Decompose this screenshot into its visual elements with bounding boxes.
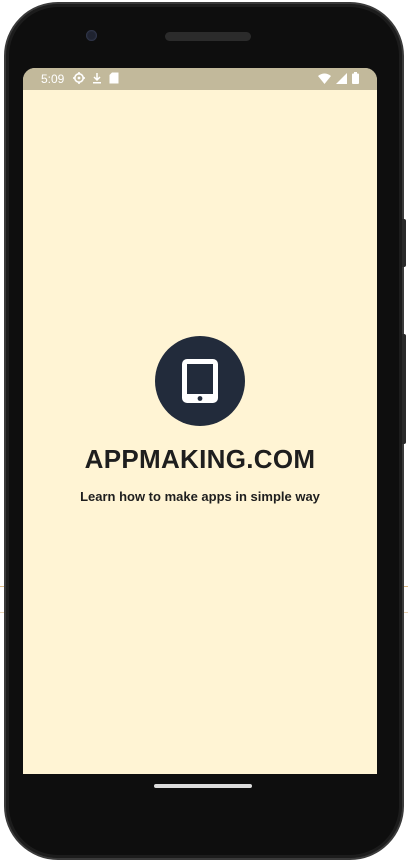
status-bar: 5:09 — [23, 68, 377, 90]
settings-gear-icon — [73, 72, 85, 87]
earpiece-speaker — [165, 32, 251, 41]
power-button — [402, 219, 406, 267]
front-camera — [86, 30, 97, 41]
cell-signal-icon — [336, 72, 347, 87]
app-subtitle: Learn how to make apps in simple way — [80, 489, 320, 504]
splash-content: APPMAKING.COM Learn how to make apps in … — [23, 336, 377, 504]
download-icon — [92, 72, 102, 87]
app-logo — [155, 336, 245, 426]
app-screen: 5:09 APPMAKING.COM Learn how to make app… — [23, 68, 377, 774]
wifi-icon — [318, 73, 331, 87]
status-icons-left — [73, 72, 119, 87]
volume-button — [402, 334, 406, 444]
sd-card-icon — [109, 72, 119, 87]
battery-icon — [352, 72, 359, 87]
status-icons-right — [318, 72, 359, 87]
app-title: APPMAKING.COM — [84, 444, 316, 474]
status-time: 5:09 — [41, 72, 65, 86]
home-indicator[interactable] — [154, 784, 252, 788]
